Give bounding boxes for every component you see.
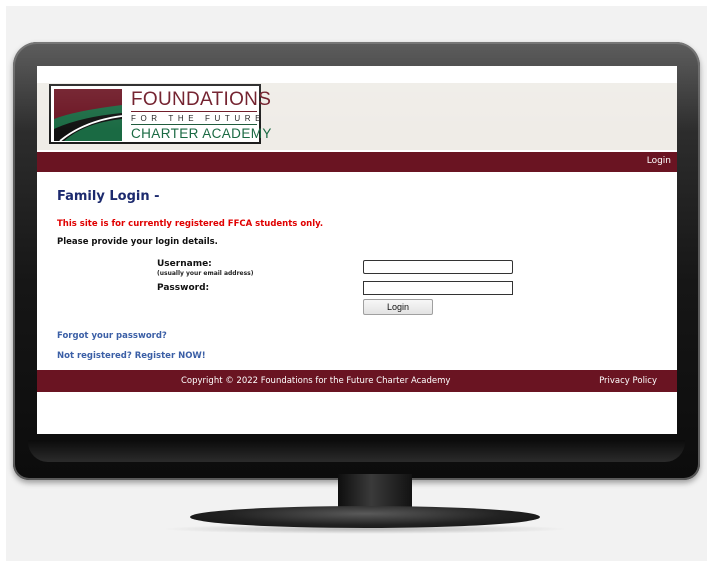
- top-navbar: Login: [37, 152, 677, 172]
- monitor-screen: FOUNDATIONS FOR THE FUTURE CHARTER ACADE…: [37, 66, 677, 434]
- password-input[interactable]: [363, 281, 513, 295]
- copyright-text: Copyright © 2022 Foundations for the Fut…: [181, 376, 451, 386]
- monitor-chin: [28, 440, 685, 462]
- page-title: Family Login -: [57, 189, 160, 204]
- forgot-password-link[interactable]: Forgot your password?: [57, 331, 167, 341]
- username-hint: (usually your email address): [157, 270, 254, 277]
- register-link[interactable]: Not registered? Register NOW!: [57, 351, 206, 361]
- road-emblem-icon: [54, 89, 122, 141]
- username-input[interactable]: [363, 260, 513, 274]
- password-label: Password:: [157, 283, 210, 293]
- privacy-policy-link[interactable]: Privacy Policy: [599, 376, 657, 386]
- logo-wordmark-line3: CHARTER ACADEMY: [131, 126, 272, 141]
- username-label: Username:: [157, 259, 212, 269]
- monitor-stand-base: [190, 506, 540, 528]
- site-header: FOUNDATIONS FOR THE FUTURE CHARTER ACADE…: [37, 83, 677, 150]
- logo-wordmark-line2: FOR THE FUTURE: [131, 114, 266, 123]
- site-footer: Copyright © 2022 Foundations for the Fut…: [37, 370, 677, 392]
- login-button[interactable]: Login: [363, 299, 433, 315]
- login-instructions: Please provide your login details.: [57, 237, 218, 247]
- nav-login-link[interactable]: Login: [647, 156, 671, 166]
- eligibility-warning: This site is for currently registered FF…: [57, 219, 324, 229]
- logo-wordmark-line1: FOUNDATIONS: [131, 89, 272, 110]
- school-logo[interactable]: FOUNDATIONS FOR THE FUTURE CHARTER ACADE…: [49, 84, 271, 144]
- logo-divider: [131, 124, 257, 125]
- logo-divider: [131, 111, 257, 112]
